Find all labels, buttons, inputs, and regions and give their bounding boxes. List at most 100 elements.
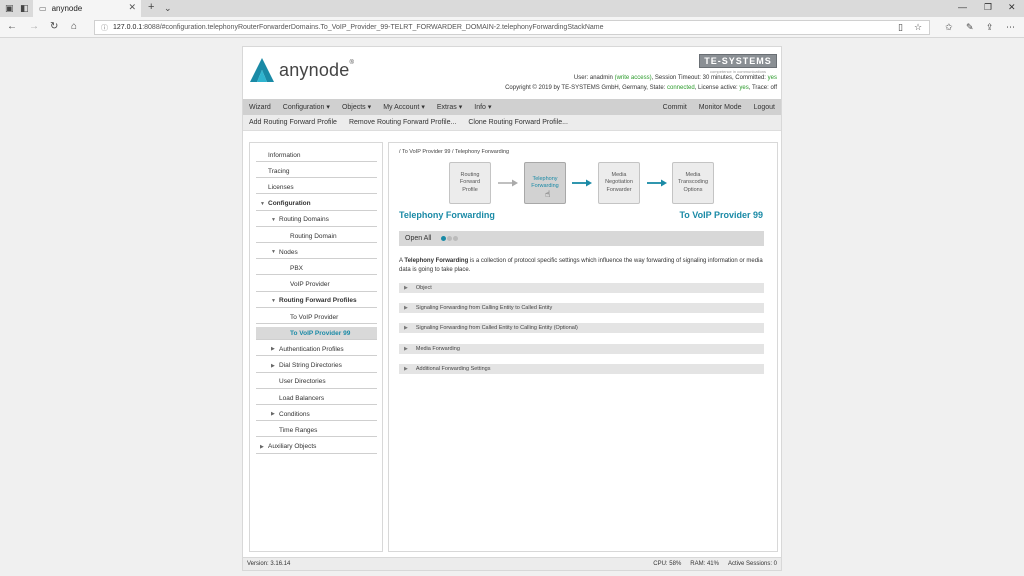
- collapse-triangle-icon[interactable]: ▼: [271, 298, 279, 304]
- level-dot-icon[interactable]: [441, 236, 447, 241]
- profile-name: To VoIP Provider 99: [679, 210, 763, 220]
- flow-step-telephony-forwarding[interactable]: Telephony Forwarding ☝: [524, 162, 566, 204]
- menu-objects[interactable]: Objects ▾: [336, 99, 377, 115]
- menu-info[interactable]: Info ▾: [468, 99, 497, 115]
- sidebar-item[interactable]: ▶ Authentication Profiles: [256, 343, 377, 357]
- commit-button[interactable]: Commit: [657, 99, 693, 115]
- logo-text: anynode®: [279, 60, 355, 80]
- sidebar-item[interactable]: ▼ Routing Forward Profiles: [256, 295, 377, 308]
- sidebar-item-label: Load Balancers: [279, 394, 325, 402]
- action-submenu: Add Routing Forward Profile Remove Routi…: [243, 115, 781, 131]
- sidebar-item[interactable]: To VoIP Provider 99: [256, 327, 377, 341]
- cursor-icon: ☝: [545, 189, 551, 199]
- cpu-usage: CPU: 58%: [653, 561, 682, 567]
- sidebar-item[interactable]: User Directories: [256, 376, 377, 389]
- url-field[interactable]: ⓘ 127.0.0.1:8088/#configuration.telephon…: [94, 20, 930, 35]
- sidebar-item[interactable]: ▶ Auxiliary Objects: [256, 441, 377, 454]
- remove-routing-forward-profile-button[interactable]: Remove Routing Forward Profile...: [343, 115, 462, 131]
- section-object[interactable]: ▶ Object: [399, 283, 764, 293]
- open-all-button[interactable]: Open All: [405, 235, 431, 242]
- sidebar-item[interactable]: PBX: [256, 262, 377, 276]
- window-close-icon[interactable]: ✕: [1008, 2, 1016, 13]
- sidebar-item-label: Nodes: [279, 248, 298, 256]
- favorites-icon[interactable]: ✩: [945, 22, 953, 33]
- clone-routing-forward-profile-button[interactable]: Clone Routing Forward Profile...: [462, 115, 574, 131]
- flow-step-media-transcoding-options[interactable]: Media Transcoding Options: [672, 162, 714, 204]
- sidebar-item-label: Dial String Directories: [279, 362, 342, 370]
- collapse-triangle-icon[interactable]: ▼: [271, 249, 279, 255]
- flow-step-media-negotiation-forwarder[interactable]: Media Negotiation Forwarder: [598, 162, 640, 204]
- back-icon[interactable]: ←: [7, 21, 17, 32]
- minimize-icon[interactable]: —: [958, 2, 967, 12]
- sidebar-item[interactable]: Information: [256, 149, 377, 162]
- sidebar-item[interactable]: ▼ Configuration: [256, 198, 377, 211]
- sidebar-item-label: Conditions: [279, 410, 310, 418]
- sidebar-item-label: Licenses: [268, 183, 294, 191]
- sidebar-item[interactable]: ▶ Conditions: [256, 408, 377, 422]
- sidebar-item[interactable]: ▶ Dial String Directories: [256, 360, 377, 373]
- section-signaling-calling-to-called[interactable]: ▶ Signaling Forwarding from Calling Entit…: [399, 303, 764, 313]
- sidebar-item[interactable]: VoIP Provider: [256, 279, 377, 292]
- expand-triangle-icon[interactable]: ▶: [271, 411, 279, 417]
- flow-arrow-icon: [572, 179, 592, 187]
- section-media-forwarding[interactable]: ▶ Media Forwarding: [399, 344, 764, 354]
- view-level-selector[interactable]: [441, 236, 459, 241]
- tab-list-chevron-icon[interactable]: ⌄: [164, 3, 172, 14]
- forward-icon[interactable]: →: [29, 21, 39, 32]
- dropdown-caret-icon: ▾: [458, 104, 463, 111]
- favorite-star-icon[interactable]: ☆: [914, 22, 922, 33]
- expand-triangle-icon[interactable]: ▶: [271, 363, 279, 369]
- version-label: Version: 3.16.14: [247, 561, 291, 567]
- tab-title: anynode: [51, 4, 83, 13]
- sidebar-item[interactable]: Load Balancers: [256, 392, 377, 405]
- tab-preview-icon[interactable]: ◧: [20, 3, 29, 14]
- level-dot-icon[interactable]: [447, 236, 453, 241]
- dropdown-caret-icon: ▾: [421, 104, 425, 111]
- share-icon[interactable]: ⇪: [986, 22, 994, 33]
- section-additional-forwarding-settings[interactable]: ▶ Additional Forwarding Settings: [399, 364, 764, 374]
- expand-triangle-icon[interactable]: ▶: [271, 346, 279, 352]
- sidebar-item[interactable]: ▼ Nodes: [256, 246, 377, 260]
- home-icon[interactable]: ⌂: [71, 21, 77, 32]
- sidebar-item[interactable]: Tracing: [256, 165, 377, 179]
- logout-button[interactable]: Logout: [748, 99, 781, 115]
- sidebar-item[interactable]: Licenses: [256, 181, 377, 195]
- expand-triangle-icon[interactable]: ▶: [260, 444, 268, 450]
- add-routing-forward-profile-button[interactable]: Add Routing Forward Profile: [243, 115, 343, 131]
- dropdown-caret-icon: ▾: [367, 104, 372, 111]
- flow-step-routing-forward-profile[interactable]: Routing Forward Profile: [449, 162, 491, 204]
- browser-tabbar: ▣ ◧ ▭ anynode ✕ + ⌄ — ❐ ✕: [0, 0, 1024, 17]
- tab-actions-icon[interactable]: ▣: [5, 3, 14, 14]
- new-tab-icon[interactable]: +: [148, 1, 154, 13]
- monitor-mode-button[interactable]: Monitor Mode: [693, 99, 748, 115]
- notes-icon[interactable]: ✎: [966, 22, 974, 33]
- menu-configuration[interactable]: Configuration ▾: [277, 99, 336, 115]
- section-signaling-called-to-calling[interactable]: ▶ Signaling Forwarding from Called Entity…: [399, 323, 764, 333]
- menu-my-account[interactable]: My Account ▾: [377, 99, 431, 115]
- restore-icon[interactable]: ❐: [984, 2, 992, 13]
- level-dot-icon[interactable]: [453, 236, 459, 241]
- refresh-icon[interactable]: ↻: [50, 21, 58, 32]
- sidebar-item-label: Information: [268, 151, 301, 159]
- dropdown-caret-icon: ▾: [487, 104, 492, 111]
- menu-wizard[interactable]: Wizard: [243, 99, 277, 115]
- menu-extras[interactable]: Extras ▾: [431, 99, 468, 115]
- open-all-bar: Open All: [399, 231, 764, 246]
- more-icon[interactable]: ⋯: [1006, 22, 1015, 33]
- browser-addressbar: ← → ↻ ⌂ ⓘ 127.0.0.1:8088/#configuration.…: [0, 17, 1024, 38]
- sidebar-item[interactable]: To VoIP Provider: [256, 311, 377, 324]
- sidebar-item[interactable]: Time Ranges: [256, 424, 377, 438]
- session-status: User: anadmin (write access), Session Ti…: [573, 75, 777, 81]
- sidebar-item[interactable]: ▼ Routing Domains: [256, 214, 377, 227]
- main-menubar: Wizard Configuration ▾ Objects ▾ My Accoun…: [243, 99, 781, 115]
- browser-tab[interactable]: ▭ anynode ✕: [33, 0, 141, 17]
- ram-usage: RAM: 41%: [690, 561, 719, 567]
- reading-view-icon[interactable]: ▯: [898, 22, 903, 33]
- sidebar-item[interactable]: Routing Domain: [256, 230, 377, 243]
- close-tab-icon[interactable]: ✕: [128, 2, 136, 13]
- sidebar-item-label: Routing Domain: [290, 232, 337, 240]
- app-page: anynode® TE-SYSTEMS competence in commun…: [242, 46, 782, 571]
- sidebar-item-label: Time Ranges: [279, 426, 318, 434]
- collapse-triangle-icon[interactable]: ▼: [271, 217, 279, 223]
- collapse-triangle-icon[interactable]: ▼: [260, 201, 268, 207]
